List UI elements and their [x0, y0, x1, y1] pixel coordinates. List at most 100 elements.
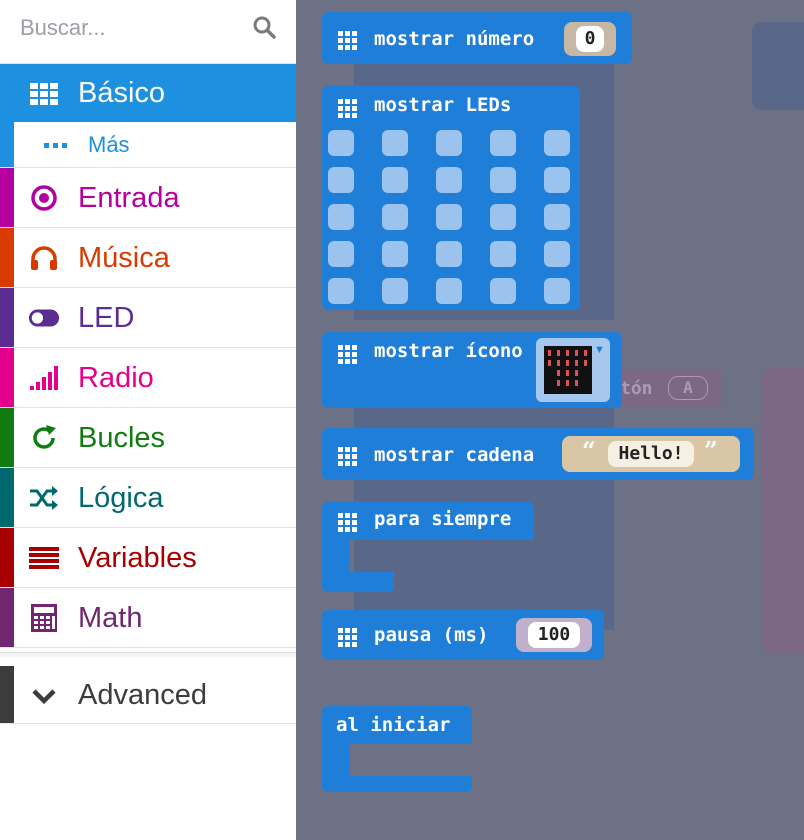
block-forever-bottom	[322, 572, 394, 592]
block-on-start-bottom	[322, 776, 472, 792]
search-icon[interactable]	[252, 15, 276, 44]
grid-icon	[338, 99, 357, 118]
category-label: Entrada	[78, 181, 180, 214]
ghost-block	[762, 368, 804, 654]
grid-icon	[338, 31, 357, 50]
list-icon	[28, 545, 60, 571]
category-mas[interactable]: Más	[0, 122, 296, 168]
category-label: Radio	[78, 361, 154, 394]
grid-icon	[338, 513, 357, 532]
block-forever[interactable]: para siempre	[322, 502, 534, 540]
refresh-icon	[28, 425, 60, 451]
led-cell[interactable]	[382, 204, 408, 230]
led-cell[interactable]	[490, 130, 516, 156]
category-label: Bucles	[78, 421, 166, 454]
led-cell[interactable]	[490, 241, 516, 267]
category-color-bar	[0, 228, 14, 287]
block-on-start-arm	[322, 740, 350, 778]
signal-icon	[28, 365, 60, 391]
open-quote-icon: “	[582, 436, 596, 465]
category-color-bar	[0, 122, 14, 167]
block-forever-arm	[322, 536, 350, 574]
category-logica[interactable]: Lógica	[0, 468, 296, 528]
ghost-button-value: A	[668, 376, 708, 400]
led-cell[interactable]	[544, 130, 570, 156]
shuffle-icon	[28, 485, 60, 511]
category-label: LED	[78, 301, 135, 334]
block-label: pausa (ms)	[374, 624, 489, 646]
led-cell[interactable]	[544, 241, 570, 267]
string-slot[interactable]: “ Hello! ”	[562, 436, 740, 472]
category-musica[interactable]: Música	[0, 228, 296, 288]
more-dots-icon	[40, 132, 72, 158]
led-cell[interactable]	[436, 241, 462, 267]
block-show-string[interactable]: mostrar cadena “ Hello! ”	[322, 428, 754, 480]
led-cell[interactable]	[328, 130, 354, 156]
led-cell[interactable]	[382, 130, 408, 156]
close-quote-icon: ”	[704, 436, 718, 465]
number-slot[interactable]: 0	[564, 22, 616, 56]
category-label: Variables	[78, 541, 197, 574]
number-value[interactable]: 0	[576, 26, 604, 52]
headphones-icon	[28, 245, 60, 271]
category-math[interactable]: Math	[0, 588, 296, 648]
grid-icon	[338, 447, 357, 466]
category-color-bar	[0, 168, 14, 227]
number-slot[interactable]: 100	[516, 618, 592, 652]
category-bucles[interactable]: Bucles	[0, 408, 296, 468]
category-label: Math	[78, 601, 143, 634]
category-label: Lógica	[78, 481, 164, 514]
block-label: mostrar número	[374, 28, 535, 50]
led-cell[interactable]	[490, 167, 516, 193]
block-show-leds[interactable]: mostrar LEDs	[322, 86, 580, 310]
category-radio[interactable]: Radio	[0, 348, 296, 408]
block-on-start[interactable]: al iniciar	[322, 706, 472, 744]
ghost-block	[752, 22, 804, 110]
block-label: mostrar ícono	[374, 340, 523, 362]
category-variables[interactable]: Variables	[0, 528, 296, 588]
led-cell[interactable]	[328, 241, 354, 267]
block-label: para siempre	[374, 508, 512, 530]
led-cell[interactable]	[436, 278, 462, 304]
block-pause[interactable]: pausa (ms) 100	[322, 610, 604, 660]
led-cell[interactable]	[544, 278, 570, 304]
led-cell[interactable]	[490, 278, 516, 304]
search-bar	[0, 0, 296, 64]
string-value[interactable]: Hello!	[608, 441, 694, 467]
category-advanced[interactable]: Advanced	[0, 666, 296, 724]
block-label: mostrar cadena	[374, 444, 535, 466]
category-entrada[interactable]: Entrada	[0, 168, 296, 228]
dropdown-arrow-icon: ▼	[594, 344, 605, 356]
block-show-icon[interactable]: mostrar ícono ▼	[322, 332, 622, 408]
led-cell[interactable]	[490, 204, 516, 230]
category-label: Básico	[78, 77, 166, 109]
led-cell[interactable]	[382, 241, 408, 267]
ghost-button-block: tón A	[612, 370, 722, 408]
grid-icon	[338, 345, 357, 364]
target-icon	[28, 185, 60, 211]
chevron-down-icon	[28, 683, 60, 709]
grid-icon	[338, 628, 357, 647]
led-cell[interactable]	[382, 167, 408, 193]
toolbox-sidebar: Básico Más Entrada Música LED Radio	[0, 0, 296, 840]
toggle-icon	[28, 305, 60, 331]
led-cell[interactable]	[328, 204, 354, 230]
led-cell[interactable]	[544, 204, 570, 230]
icon-dropdown[interactable]: ▼	[536, 338, 610, 402]
category-label: Advanced	[78, 678, 207, 711]
led-cell[interactable]	[328, 278, 354, 304]
led-cell[interactable]	[436, 204, 462, 230]
led-cell[interactable]	[328, 167, 354, 193]
led-cell[interactable]	[382, 278, 408, 304]
block-show-number[interactable]: mostrar número 0	[322, 12, 632, 64]
block-label: al iniciar	[336, 714, 451, 736]
category-led[interactable]: LED	[0, 288, 296, 348]
workspace[interactable]: tón A mostrar número 0 mostrar LEDs most…	[296, 0, 804, 840]
number-value[interactable]: 100	[528, 622, 580, 648]
led-cell[interactable]	[436, 167, 462, 193]
calculator-icon	[28, 604, 60, 632]
led-cell[interactable]	[436, 130, 462, 156]
led-cell[interactable]	[544, 167, 570, 193]
grid-icon	[28, 81, 60, 107]
category-basico[interactable]: Básico	[0, 64, 296, 122]
